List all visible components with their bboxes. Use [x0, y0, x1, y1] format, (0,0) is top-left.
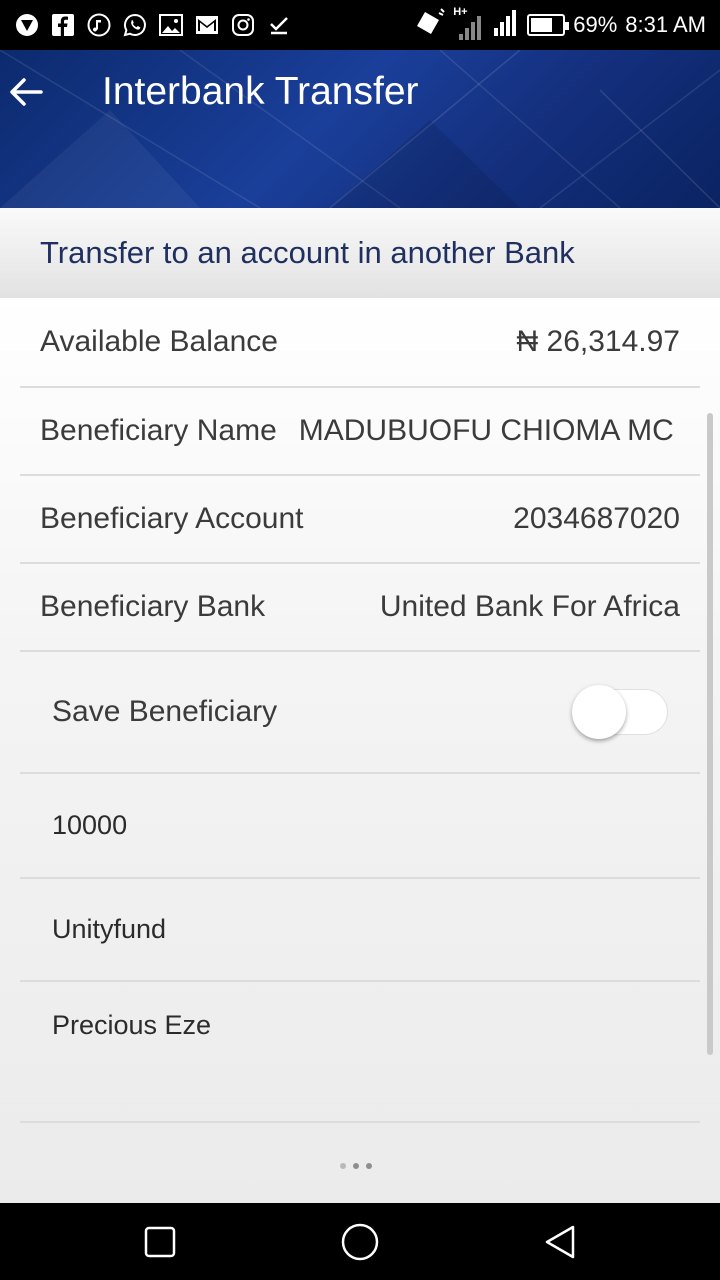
sender-name-input[interactable]: Precious Eze	[20, 982, 700, 1123]
beneficiary-bank-value: United Bank For Africa	[379, 590, 680, 623]
toggle-knob	[572, 685, 626, 739]
beneficiary-account-row: Beneficiary Account 2034687020	[20, 476, 700, 564]
beneficiary-account-value: 2034687020	[513, 502, 680, 535]
app-bar: Interbank Transfer	[0, 50, 720, 208]
system-indicators: H+ 69% 8:31 AM	[415, 6, 706, 42]
amount-input-value: 10000	[52, 810, 128, 840]
notification-icons	[14, 12, 292, 38]
beneficiary-bank-row: Beneficiary Bank United Bank For Africa	[20, 564, 700, 652]
back-button[interactable]	[6, 72, 46, 112]
scrollbar[interactable]	[707, 413, 713, 1055]
gallery-icon	[158, 12, 184, 38]
vpn-icon	[14, 12, 40, 38]
beneficiary-name-value: MADUBUOFU CHIOMA MC	[298, 414, 674, 447]
narration-input-value: Unityfund	[52, 914, 167, 944]
available-balance-row: Available Balance ₦ 26,314.97	[20, 298, 700, 388]
page-title: Interbank Transfer	[102, 70, 419, 113]
vibrate-icon	[415, 8, 445, 42]
home-button[interactable]	[340, 1222, 380, 1262]
narration-input[interactable]: Unityfund	[20, 879, 700, 982]
beneficiary-bank-label: Beneficiary Bank	[40, 590, 266, 623]
back-icon	[545, 1225, 575, 1259]
section-header: Transfer to an account in another Bank	[0, 208, 720, 298]
signal-icon	[493, 8, 519, 42]
recent-apps-icon	[144, 1226, 176, 1258]
clock: 8:31 AM	[625, 12, 706, 37]
page-indicator	[340, 1163, 372, 1169]
beneficiary-name-label: Beneficiary Name	[40, 414, 277, 447]
navigation-bar	[0, 1203, 720, 1280]
section-header-text: Transfer to an account in another Bank	[40, 235, 575, 270]
amount-input[interactable]: 10000	[20, 774, 700, 879]
home-icon	[341, 1223, 379, 1261]
battery-percent: 69%	[573, 12, 618, 37]
battery-icon	[527, 14, 570, 36]
check-icon	[266, 12, 292, 38]
page-dot	[340, 1163, 346, 1169]
gmail-icon	[194, 12, 220, 38]
available-balance-label: Available Balance	[40, 325, 278, 358]
sender-name-input-value: Precious Eze	[52, 1010, 212, 1040]
page-dot	[366, 1163, 372, 1169]
available-balance-value: ₦ 26,314.97	[516, 325, 680, 358]
arrow-left-icon	[10, 78, 43, 106]
status-bar: H+ 69% 8:31 AM	[0, 0, 720, 50]
facebook-icon	[50, 12, 76, 38]
page-dot	[353, 1163, 359, 1169]
beneficiary-account-label: Beneficiary Account	[40, 502, 304, 535]
beneficiary-name-row: Beneficiary Name MADUBUOFU CHIOMA MC	[20, 388, 700, 476]
mobile-data-icon: H+	[453, 6, 485, 42]
save-beneficiary-row: Save Beneficiary	[20, 652, 700, 774]
music-icon	[86, 12, 112, 38]
save-beneficiary-toggle[interactable]	[572, 683, 668, 741]
whatsapp-icon	[122, 12, 148, 38]
back-nav-button[interactable]	[540, 1222, 580, 1262]
save-beneficiary-label: Save Beneficiary	[52, 695, 278, 728]
instagram-icon	[230, 12, 256, 38]
recent-apps-button[interactable]	[140, 1222, 180, 1262]
